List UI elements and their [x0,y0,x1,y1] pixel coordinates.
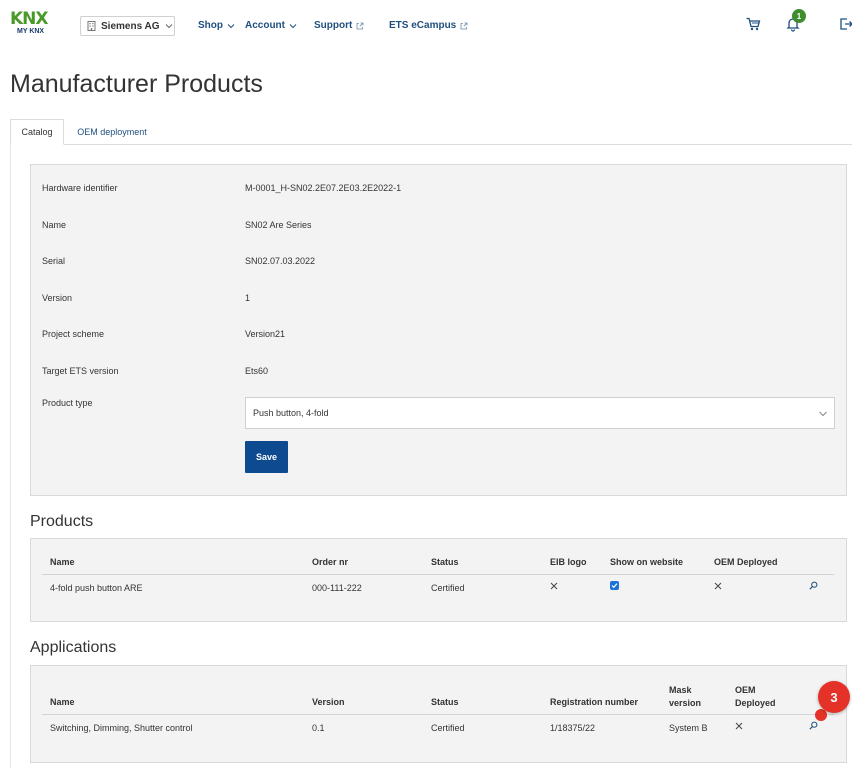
applications-col-oem-deployed[interactable]: OEM Deployed [735,684,776,710]
applications-col-version[interactable]: Version [312,697,345,707]
products-header-divider [42,574,834,575]
search-icon[interactable] [809,721,818,730]
products-col-name[interactable]: Name [50,557,75,567]
nav-account[interactable]: Account [245,20,297,31]
nav-shop-label: Shop [198,20,223,31]
product-order-nr-cell: 000-111-222 [312,583,362,593]
applications-col-registration-number[interactable]: Registration number [550,697,638,707]
chevron-down-icon [819,411,827,417]
show-on-website-checkbox[interactable] [610,581,619,590]
nav-support-label: Support [314,20,353,31]
nav-account-label: Account [245,20,285,31]
nav-support[interactable]: Support [314,20,364,31]
field-label-project-scheme: Project scheme [42,329,105,339]
field-value-serial: SN02.07.03.2022 [245,256,316,266]
page-title: Manufacturer Products [10,70,263,98]
notification-badge[interactable]: 1 [792,9,806,23]
checkmark-icon [611,583,618,589]
products-col-order-nr[interactable]: Order nr [312,557,348,567]
oem-deployed-line-2: Deployed [735,698,776,708]
nav-ets-ecampus[interactable]: ETS eCampus [389,20,468,31]
product-details-panel [30,164,847,496]
nav-ets-ecampus-label: ETS eCampus [389,20,457,31]
field-value-project-scheme: Version21 [245,329,286,339]
organization-selector[interactable]: Siemens AG [80,16,175,36]
products-col-oem-deployed[interactable]: OEM Deployed [714,557,778,567]
field-label-serial: Serial [42,256,66,266]
mask-version-line-2: version [669,698,702,708]
building-icon [87,21,96,31]
external-link-icon [356,22,364,29]
field-label-hardware-identifier: Hardware identifier [42,183,118,193]
product-status-cell: Certified [431,583,465,593]
logo-text: KNX [10,9,49,29]
x-mark-icon [550,582,558,590]
products-col-eib-logo[interactable]: EIB logo [550,557,587,567]
products-col-status[interactable]: Status [431,557,459,567]
field-label-name: Name [42,220,67,230]
product-type-value: Push button, 4-fold [253,408,329,418]
chevron-down-icon [227,23,235,28]
application-name-cell: Switching, Dimming, Shutter control [50,723,193,733]
search-icon[interactable] [809,581,818,590]
field-value-name: SN02 Are Series [245,220,312,230]
nav-shop[interactable]: Shop [198,20,235,31]
content-border [10,145,11,768]
product-type-select[interactable]: Push button, 4-fold [245,397,835,429]
applications-col-status[interactable]: Status [431,697,459,707]
organization-name: Siemens AG [101,20,160,32]
products-heading: Products [30,513,94,530]
application-version-cell: 0.1 [312,723,325,733]
logout-icon[interactable] [838,16,852,32]
applications-col-name[interactable]: Name [50,697,75,707]
applications-col-mask-version[interactable]: Mask version [669,684,701,710]
field-value-hardware-identifier: M-0001_H-SN02.2E07.2E03.2E2022-1 [245,183,402,193]
product-name-cell: 4-fold push button ARE [50,583,143,593]
field-label-version: Version [42,293,73,303]
field-label-product-type: Product type [42,398,93,408]
field-label-target-ets-version: Target ETS version [42,366,119,376]
field-value-target-ets-version: Ets60 [245,366,269,376]
oem-deployed-line-1: OEM [735,685,756,695]
x-mark-icon [735,722,743,730]
field-value-version: 1 [245,293,251,303]
mask-version-line-1: Mask [669,685,692,695]
tab-oem-deployment[interactable]: OEM deployment [70,119,154,145]
tab-catalog[interactable]: Catalog [10,119,64,145]
applications-heading: Applications [30,639,117,656]
save-button[interactable]: Save [245,441,288,473]
products-col-show-on-website[interactable]: Show on website [610,557,683,567]
chevron-down-icon [165,24,172,29]
step-marker: 3 [818,681,850,713]
applications-header-divider [42,714,834,715]
application-mask-version-cell: System B [669,723,708,733]
knx-logo[interactable]: KNX MY KNX [10,10,52,36]
application-status-cell: Certified [431,723,465,733]
cart-icon[interactable] [745,16,761,32]
logo-subtext: MY KNX [17,28,45,35]
chevron-down-icon [289,23,297,28]
application-registration-number-cell: 1/18375/22 [550,723,596,733]
x-mark-icon [714,582,722,590]
external-link-icon [460,22,468,29]
